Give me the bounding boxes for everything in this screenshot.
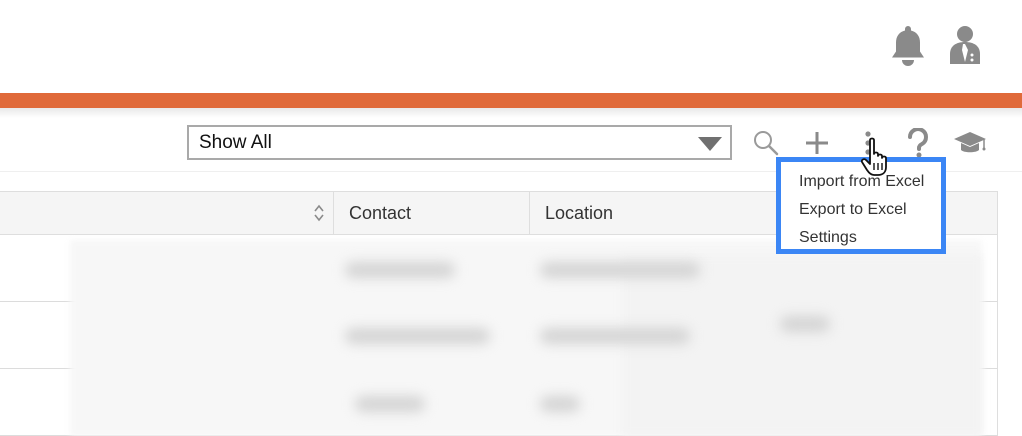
bell-icon[interactable]: [888, 24, 928, 68]
redacted-text: [540, 328, 690, 344]
column-header-location-label: Location: [545, 202, 614, 223]
chevron-down-icon: [698, 137, 722, 151]
redacted-text: [780, 316, 830, 332]
plus-icon[interactable]: [800, 125, 834, 161]
filter-selected-value: Show All: [199, 131, 272, 153]
help-icon[interactable]: [903, 125, 933, 161]
accent-shadow: [0, 108, 1022, 118]
hand-cursor-icon: [860, 137, 897, 177]
app-page: Show All Contact Location Import from Ex…: [0, 0, 1022, 436]
graduation-cap-icon[interactable]: [950, 125, 990, 161]
redacted-text: [345, 328, 490, 344]
search-icon[interactable]: [750, 125, 782, 161]
redacted-text: [345, 262, 455, 278]
accent-bar: [0, 93, 1022, 108]
column-header-name[interactable]: [0, 192, 334, 234]
redacted-text: [540, 396, 580, 412]
column-header-location[interactable]: Location: [530, 192, 780, 234]
sort-icon[interactable]: [313, 204, 325, 222]
redacted-text: [355, 396, 425, 412]
filter-select[interactable]: Show All: [187, 125, 732, 160]
user-icon[interactable]: [946, 24, 984, 66]
menu-item-settings[interactable]: Settings: [799, 224, 941, 252]
redacted-text: [540, 262, 700, 278]
column-header-contact-label: Contact: [349, 202, 412, 223]
column-header-contact[interactable]: Contact: [334, 192, 530, 234]
top-header: [0, 0, 1022, 93]
menu-item-export-excel[interactable]: Export to Excel: [799, 196, 941, 224]
redacted-panel: [622, 255, 982, 436]
